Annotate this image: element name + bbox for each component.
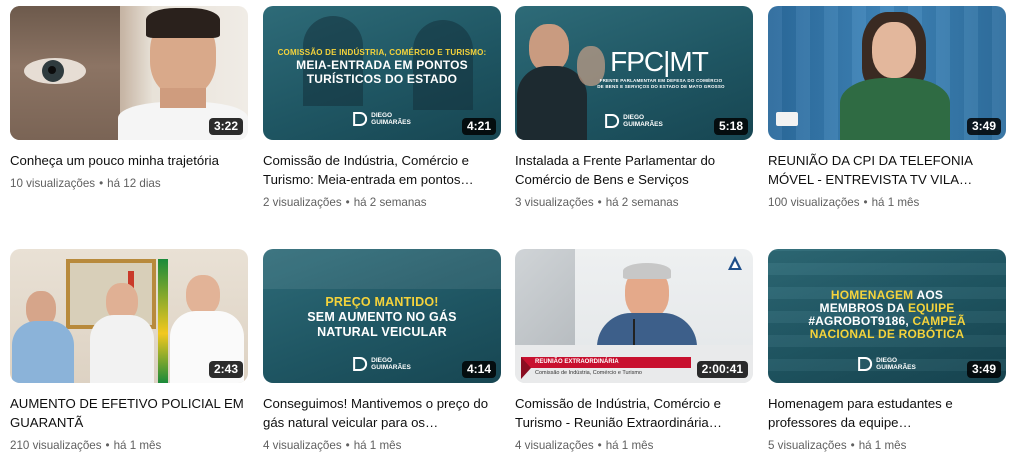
video-meta: 210 visualizações • há 1 mês bbox=[10, 439, 162, 452]
logo-text: GUIMARÃES bbox=[371, 119, 411, 126]
logo-text: DIEGO bbox=[876, 357, 898, 364]
view-count: 100 visualizações bbox=[768, 196, 860, 209]
fpcmt-logo: FPC|MT bbox=[610, 46, 709, 77]
upload-age: há 1 mês bbox=[353, 439, 402, 452]
upload-age: há 1 mês bbox=[858, 439, 907, 452]
logo-d-icon bbox=[353, 357, 368, 371]
video-duration: 4:14 bbox=[461, 361, 496, 378]
caption-text: #AGROBOT9186, bbox=[808, 314, 913, 328]
video-duration: 3:22 bbox=[208, 118, 243, 135]
upload-age: há 12 dias bbox=[107, 177, 161, 190]
logo-d-icon bbox=[353, 112, 368, 126]
diego-guimaraes-logo: DIEGO GUIMARÃES bbox=[353, 112, 411, 126]
video-thumbnail[interactable]: 2:43 bbox=[10, 249, 248, 383]
thumbnail-caption-small: COMISSÃO DE INDÚSTRIA, COMÉRCIO E TURISM… bbox=[277, 48, 487, 57]
diego-guimaraes-logo: DIEGO GUIMARÃES bbox=[605, 114, 663, 128]
video-thumbnail[interactable]: HOMENAGEM AOS MEMBROS DA EQUIPE #AGROBOT… bbox=[768, 249, 1006, 383]
video-thumbnail[interactable]: 3:49 bbox=[768, 6, 1006, 140]
video-thumbnail[interactable]: REUNIÃO EXTRAORDINÁRIA Comissão de Indús… bbox=[515, 249, 753, 383]
thumbnail-caption-small: DE BENS E SERVIÇOS DO ESTADO DE MATO GRO… bbox=[597, 84, 725, 89]
video-card[interactable]: HOMENAGEM AOS MEMBROS DA EQUIPE #AGROBOT… bbox=[768, 249, 1006, 454]
diego-guimaraes-logo: DIEGO GUIMARÃES bbox=[858, 357, 916, 371]
view-count: 4 visualizações bbox=[515, 439, 594, 452]
view-count: 2 visualizações bbox=[263, 196, 342, 209]
video-thumbnail[interactable]: 3:22 bbox=[10, 6, 248, 140]
assembly-logo-icon bbox=[727, 255, 743, 271]
logo-d-icon bbox=[858, 357, 873, 371]
thumbnail-caption-line: TURÍSTICOS DO ESTADO bbox=[306, 72, 458, 86]
view-count: 5 visualizações bbox=[768, 439, 847, 452]
video-title[interactable]: Homenagem para estudantes e professores … bbox=[768, 394, 1006, 432]
view-count: 4 visualizações bbox=[263, 439, 342, 452]
video-card[interactable]: REUNIÃO EXTRAORDINÁRIA Comissão de Indús… bbox=[515, 249, 753, 454]
caption-highlight: EQUIPE bbox=[907, 301, 955, 315]
view-count: 3 visualizações bbox=[515, 196, 594, 209]
video-card[interactable]: COMISSÃO DE INDÚSTRIA, COMÉRCIO E TURISM… bbox=[263, 6, 501, 211]
upload-age: há 1 mês bbox=[113, 439, 162, 452]
logo-text: DIEGO bbox=[371, 112, 393, 119]
video-card[interactable]: PREÇO MANTIDO! SEM AUMENTO NO GÁS NATURA… bbox=[263, 249, 501, 454]
logo-text: DIEGO bbox=[623, 114, 645, 121]
video-title[interactable]: Comissão de Indústria, Comércio e Turism… bbox=[263, 151, 501, 189]
video-duration: 5:18 bbox=[713, 118, 748, 135]
video-duration: 4:21 bbox=[461, 118, 496, 135]
upload-age: há 1 mês bbox=[871, 196, 920, 209]
video-meta: 100 visualizações • há 1 mês bbox=[768, 196, 920, 209]
thumbnail-caption-line: NACIONAL DE ROBÓTICA bbox=[809, 327, 965, 341]
video-meta: 4 visualizações • há 1 mês bbox=[263, 439, 402, 452]
logo-text: GUIMARÃES bbox=[623, 121, 663, 128]
video-title[interactable]: Instalada a Frente Parlamentar do Comérc… bbox=[515, 151, 753, 189]
video-thumbnail[interactable]: COMISSÃO DE INDÚSTRIA, COMÉRCIO E TURISM… bbox=[263, 6, 501, 140]
upload-age: há 2 semanas bbox=[353, 196, 427, 209]
video-card[interactable]: 3:49 REUNIÃO DA CPI DA TELEFONIA MÓVEL -… bbox=[768, 6, 1006, 211]
video-duration: 3:49 bbox=[966, 118, 1001, 135]
upload-age: há 1 mês bbox=[605, 439, 654, 452]
view-count: 210 visualizações bbox=[10, 439, 102, 452]
caption-highlight: HOMENAGEM bbox=[830, 288, 914, 302]
video-thumbnail[interactable]: FPC|MT FRENTE PARLAMENTAR EM DEFESA DO C… bbox=[515, 6, 753, 140]
upload-age: há 2 semanas bbox=[605, 196, 679, 209]
thumbnail-banner-title: REUNIÃO EXTRAORDINÁRIA bbox=[535, 359, 619, 365]
video-meta: 2 visualizações • há 2 semanas bbox=[263, 196, 427, 209]
video-title[interactable]: Conheça um pouco minha trajetória bbox=[10, 151, 248, 170]
logo-text: GUIMARÃES bbox=[371, 364, 411, 371]
video-duration: 2:43 bbox=[208, 361, 243, 378]
thumbnail-caption-line: SEM AUMENTO NO GÁS bbox=[307, 310, 457, 324]
video-thumbnail[interactable]: PREÇO MANTIDO! SEM AUMENTO NO GÁS NATURA… bbox=[263, 249, 501, 383]
thumbnail-caption-line: NATURAL VEICULAR bbox=[317, 325, 447, 339]
video-title[interactable]: Comissão de Indústria, Comércio e Turism… bbox=[515, 394, 753, 432]
caption-text: MEMBROS DA bbox=[819, 301, 908, 315]
video-duration: 2:00:41 bbox=[696, 361, 748, 378]
logo-text: GUIMARÃES bbox=[876, 364, 916, 371]
banner-arrow-icon bbox=[521, 357, 531, 379]
video-meta: 4 visualizações • há 1 mês bbox=[515, 439, 654, 452]
video-card[interactable]: FPC|MT FRENTE PARLAMENTAR EM DEFESA DO C… bbox=[515, 6, 753, 211]
video-duration: 3:49 bbox=[966, 361, 1001, 378]
thumbnail-banner-subtitle: Comissão de Indústria, Comércio e Turism… bbox=[535, 370, 642, 376]
caption-text: AOS bbox=[913, 288, 944, 302]
video-title[interactable]: AUMENTO DE EFETIVO POLICIAL EM GUARANTÃ bbox=[10, 394, 248, 432]
diego-guimaraes-logo: DIEGO GUIMARÃES bbox=[353, 357, 411, 371]
video-meta: 5 visualizações • há 1 mês bbox=[768, 439, 907, 452]
video-meta: 3 visualizações • há 2 semanas bbox=[515, 196, 679, 209]
thumbnail-caption-line: MEIA-ENTRADA EM PONTOS bbox=[296, 58, 468, 72]
video-card[interactable]: 3:22 Conheça um pouco minha trajetória 1… bbox=[10, 6, 248, 192]
video-card[interactable]: 2:43 AUMENTO DE EFETIVO POLICIAL EM GUAR… bbox=[10, 249, 248, 454]
logo-d-icon bbox=[605, 114, 620, 128]
video-title[interactable]: REUNIÃO DA CPI DA TELEFONIA MÓVEL - ENTR… bbox=[768, 151, 1006, 189]
thumbnail-caption-highlight: PREÇO MANTIDO! bbox=[325, 295, 439, 309]
view-count: 10 visualizações bbox=[10, 177, 96, 190]
video-title[interactable]: Conseguimos! Mantivemos o preço do gás n… bbox=[263, 394, 501, 432]
video-meta: 10 visualizações • há 12 dias bbox=[10, 177, 161, 190]
logo-text: DIEGO bbox=[371, 357, 393, 364]
caption-highlight: CAMPEÃ bbox=[912, 314, 966, 328]
